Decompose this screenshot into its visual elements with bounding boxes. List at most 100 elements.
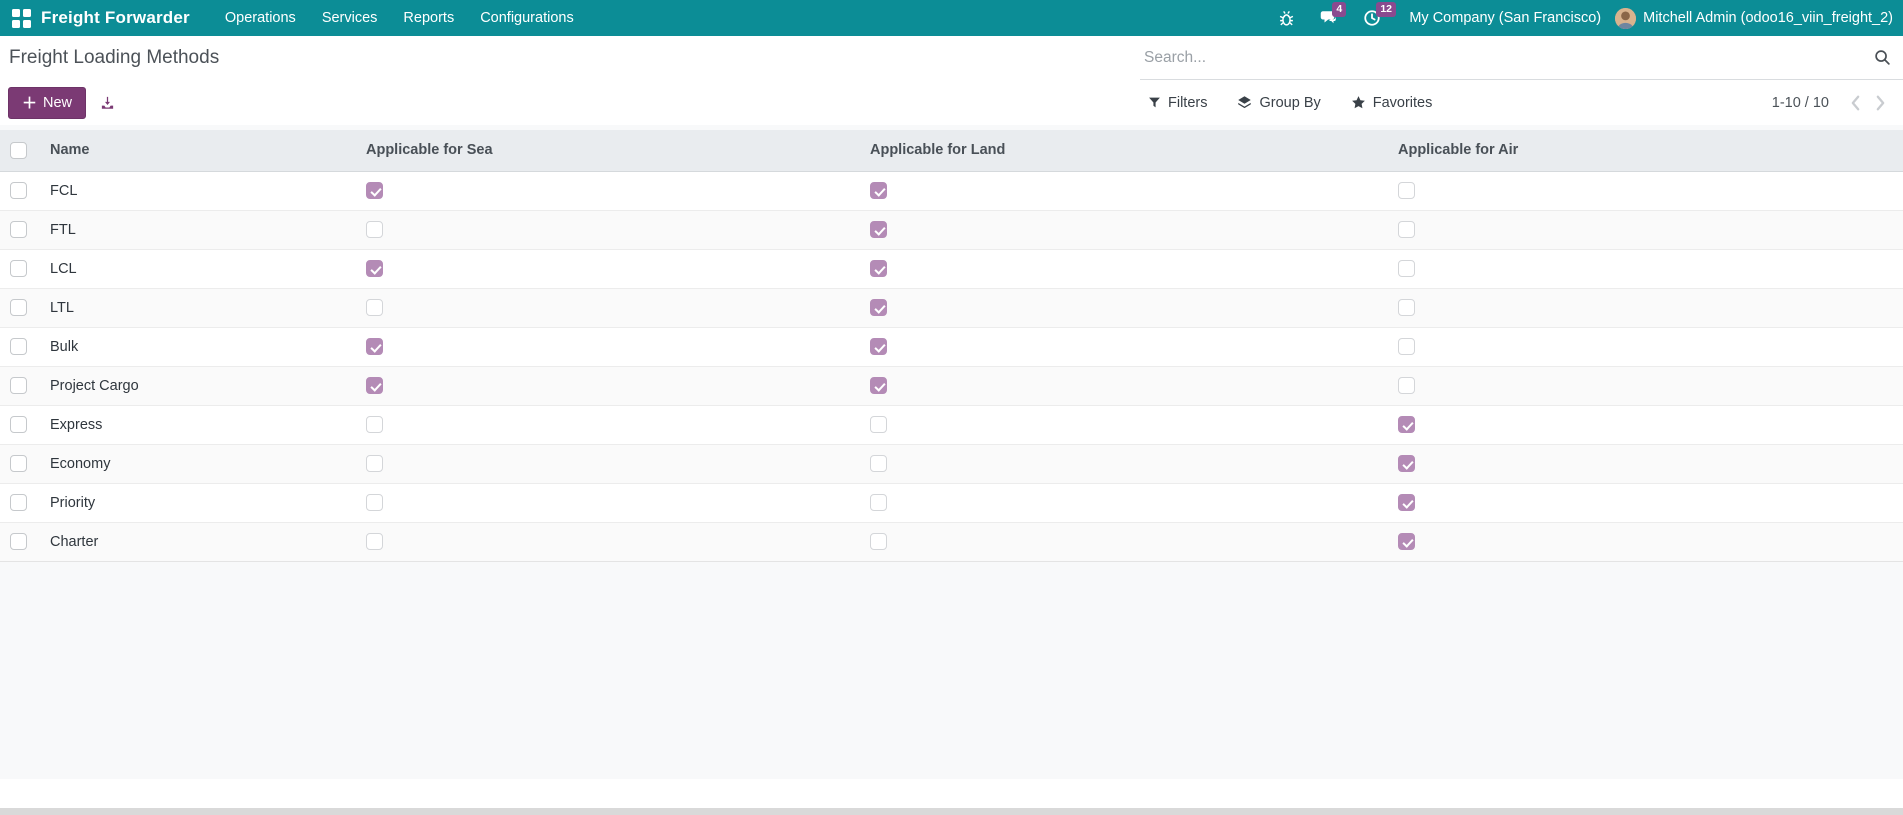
table-header-row: Name Applicable for Sea Applicable for L… [0, 130, 1903, 171]
table-row[interactable]: FCL [0, 171, 1903, 210]
row-name: Economy [40, 444, 356, 483]
table-row[interactable]: Charter [0, 522, 1903, 561]
column-header-air[interactable]: Applicable for Air [1388, 130, 1903, 171]
records-table: Name Applicable for Sea Applicable for L… [0, 130, 1903, 562]
row-select-checkbox[interactable] [10, 494, 27, 511]
messages-icon[interactable]: 4 [1319, 9, 1339, 27]
sea-checkbox [366, 260, 383, 277]
air-checkbox [1398, 416, 1415, 433]
sea-checkbox [366, 494, 383, 511]
table-row[interactable]: Project Cargo [0, 366, 1903, 405]
star-icon [1351, 95, 1366, 110]
air-checkbox [1398, 260, 1415, 277]
export-download-icon[interactable] [100, 95, 115, 110]
menu-operations[interactable]: Operations [212, 0, 309, 36]
menu-configurations[interactable]: Configurations [467, 0, 587, 36]
air-checkbox [1398, 182, 1415, 199]
row-name: LCL [40, 249, 356, 288]
land-checkbox [870, 533, 887, 550]
row-select-checkbox[interactable] [10, 533, 27, 550]
air-checkbox [1398, 455, 1415, 472]
group-by-button[interactable]: Group By [1237, 95, 1320, 111]
app-name[interactable]: Freight Forwarder [41, 8, 190, 28]
pager-value: 1-10 / 10 [1772, 95, 1829, 111]
pager-next-icon[interactable] [1868, 95, 1893, 111]
page-title: Freight Loading Methods [0, 47, 219, 69]
row-name: Priority [40, 483, 356, 522]
search-input[interactable] [1140, 49, 1866, 67]
table-row[interactable]: Express [0, 405, 1903, 444]
table-row[interactable]: Economy [0, 444, 1903, 483]
search-icon[interactable] [1874, 49, 1891, 66]
select-all-checkbox[interactable] [10, 142, 27, 159]
column-header-sea[interactable]: Applicable for Sea [356, 130, 860, 171]
air-checkbox [1398, 221, 1415, 238]
activities-badge: 12 [1376, 2, 1396, 17]
control-panel: Freight Loading Methods ＋ New [0, 36, 1903, 125]
land-checkbox [870, 182, 887, 199]
messages-badge: 4 [1332, 2, 1346, 17]
window-bottom-edge [0, 808, 1903, 815]
table-row[interactable]: Priority [0, 483, 1903, 522]
row-select-checkbox[interactable] [10, 455, 27, 472]
sea-checkbox [366, 299, 383, 316]
menu-reports[interactable]: Reports [390, 0, 467, 36]
land-checkbox [870, 416, 887, 433]
new-button[interactable]: ＋ New [8, 87, 86, 119]
column-header-land[interactable]: Applicable for Land [860, 130, 1388, 171]
search-bar [1140, 36, 1903, 80]
row-select-checkbox[interactable] [10, 260, 27, 277]
list-body: FCL FTL LCL LTL Bulk Project Cargo [0, 171, 1903, 561]
pager-previous-icon[interactable] [1843, 95, 1868, 111]
land-checkbox [870, 494, 887, 511]
air-checkbox [1398, 377, 1415, 394]
table-row[interactable]: FTL [0, 210, 1903, 249]
activities-clock-icon[interactable]: 12 [1363, 9, 1381, 27]
list-view: Name Applicable for Sea Applicable for L… [0, 125, 1903, 779]
air-checkbox [1398, 299, 1415, 316]
land-checkbox [870, 455, 887, 472]
row-select-checkbox[interactable] [10, 338, 27, 355]
pager: 1-10 / 10 [1772, 95, 1893, 111]
company-switcher[interactable]: My Company (San Francisco) [1409, 10, 1601, 26]
land-checkbox [870, 299, 887, 316]
plus-icon: ＋ [22, 92, 37, 113]
row-name: Project Cargo [40, 366, 356, 405]
table-row[interactable]: Bulk [0, 327, 1903, 366]
row-select-checkbox[interactable] [10, 416, 27, 433]
table-row[interactable]: LTL [0, 288, 1903, 327]
apps-menu-icon[interactable] [12, 9, 31, 28]
sea-checkbox [366, 338, 383, 355]
column-header-name[interactable]: Name [40, 130, 356, 171]
row-name: FTL [40, 210, 356, 249]
row-name: Express [40, 405, 356, 444]
air-checkbox [1398, 338, 1415, 355]
land-checkbox [870, 260, 887, 277]
favorites-button[interactable]: Favorites [1351, 95, 1433, 111]
row-name: FCL [40, 171, 356, 210]
table-row[interactable]: LCL [0, 249, 1903, 288]
row-select-checkbox[interactable] [10, 377, 27, 394]
sea-checkbox [366, 182, 383, 199]
row-name: Charter [40, 522, 356, 561]
row-name: Bulk [40, 327, 356, 366]
sea-checkbox [366, 455, 383, 472]
row-select-checkbox[interactable] [10, 299, 27, 316]
row-select-checkbox[interactable] [10, 182, 27, 199]
debug-bug-icon[interactable] [1278, 10, 1295, 27]
land-checkbox [870, 338, 887, 355]
user-menu[interactable]: Mitchell Admin (odoo16_viin_freight_2) [1643, 10, 1893, 26]
sea-checkbox [366, 416, 383, 433]
user-avatar[interactable] [1615, 8, 1636, 29]
sea-checkbox [366, 221, 383, 238]
filters-button[interactable]: Filters [1148, 95, 1207, 111]
menu-services[interactable]: Services [309, 0, 391, 36]
sea-checkbox [366, 377, 383, 394]
layers-icon [1237, 95, 1252, 110]
land-checkbox [870, 221, 887, 238]
filter-icon [1148, 96, 1161, 109]
air-checkbox [1398, 533, 1415, 550]
row-select-checkbox[interactable] [10, 221, 27, 238]
air-checkbox [1398, 494, 1415, 511]
sea-checkbox [366, 533, 383, 550]
